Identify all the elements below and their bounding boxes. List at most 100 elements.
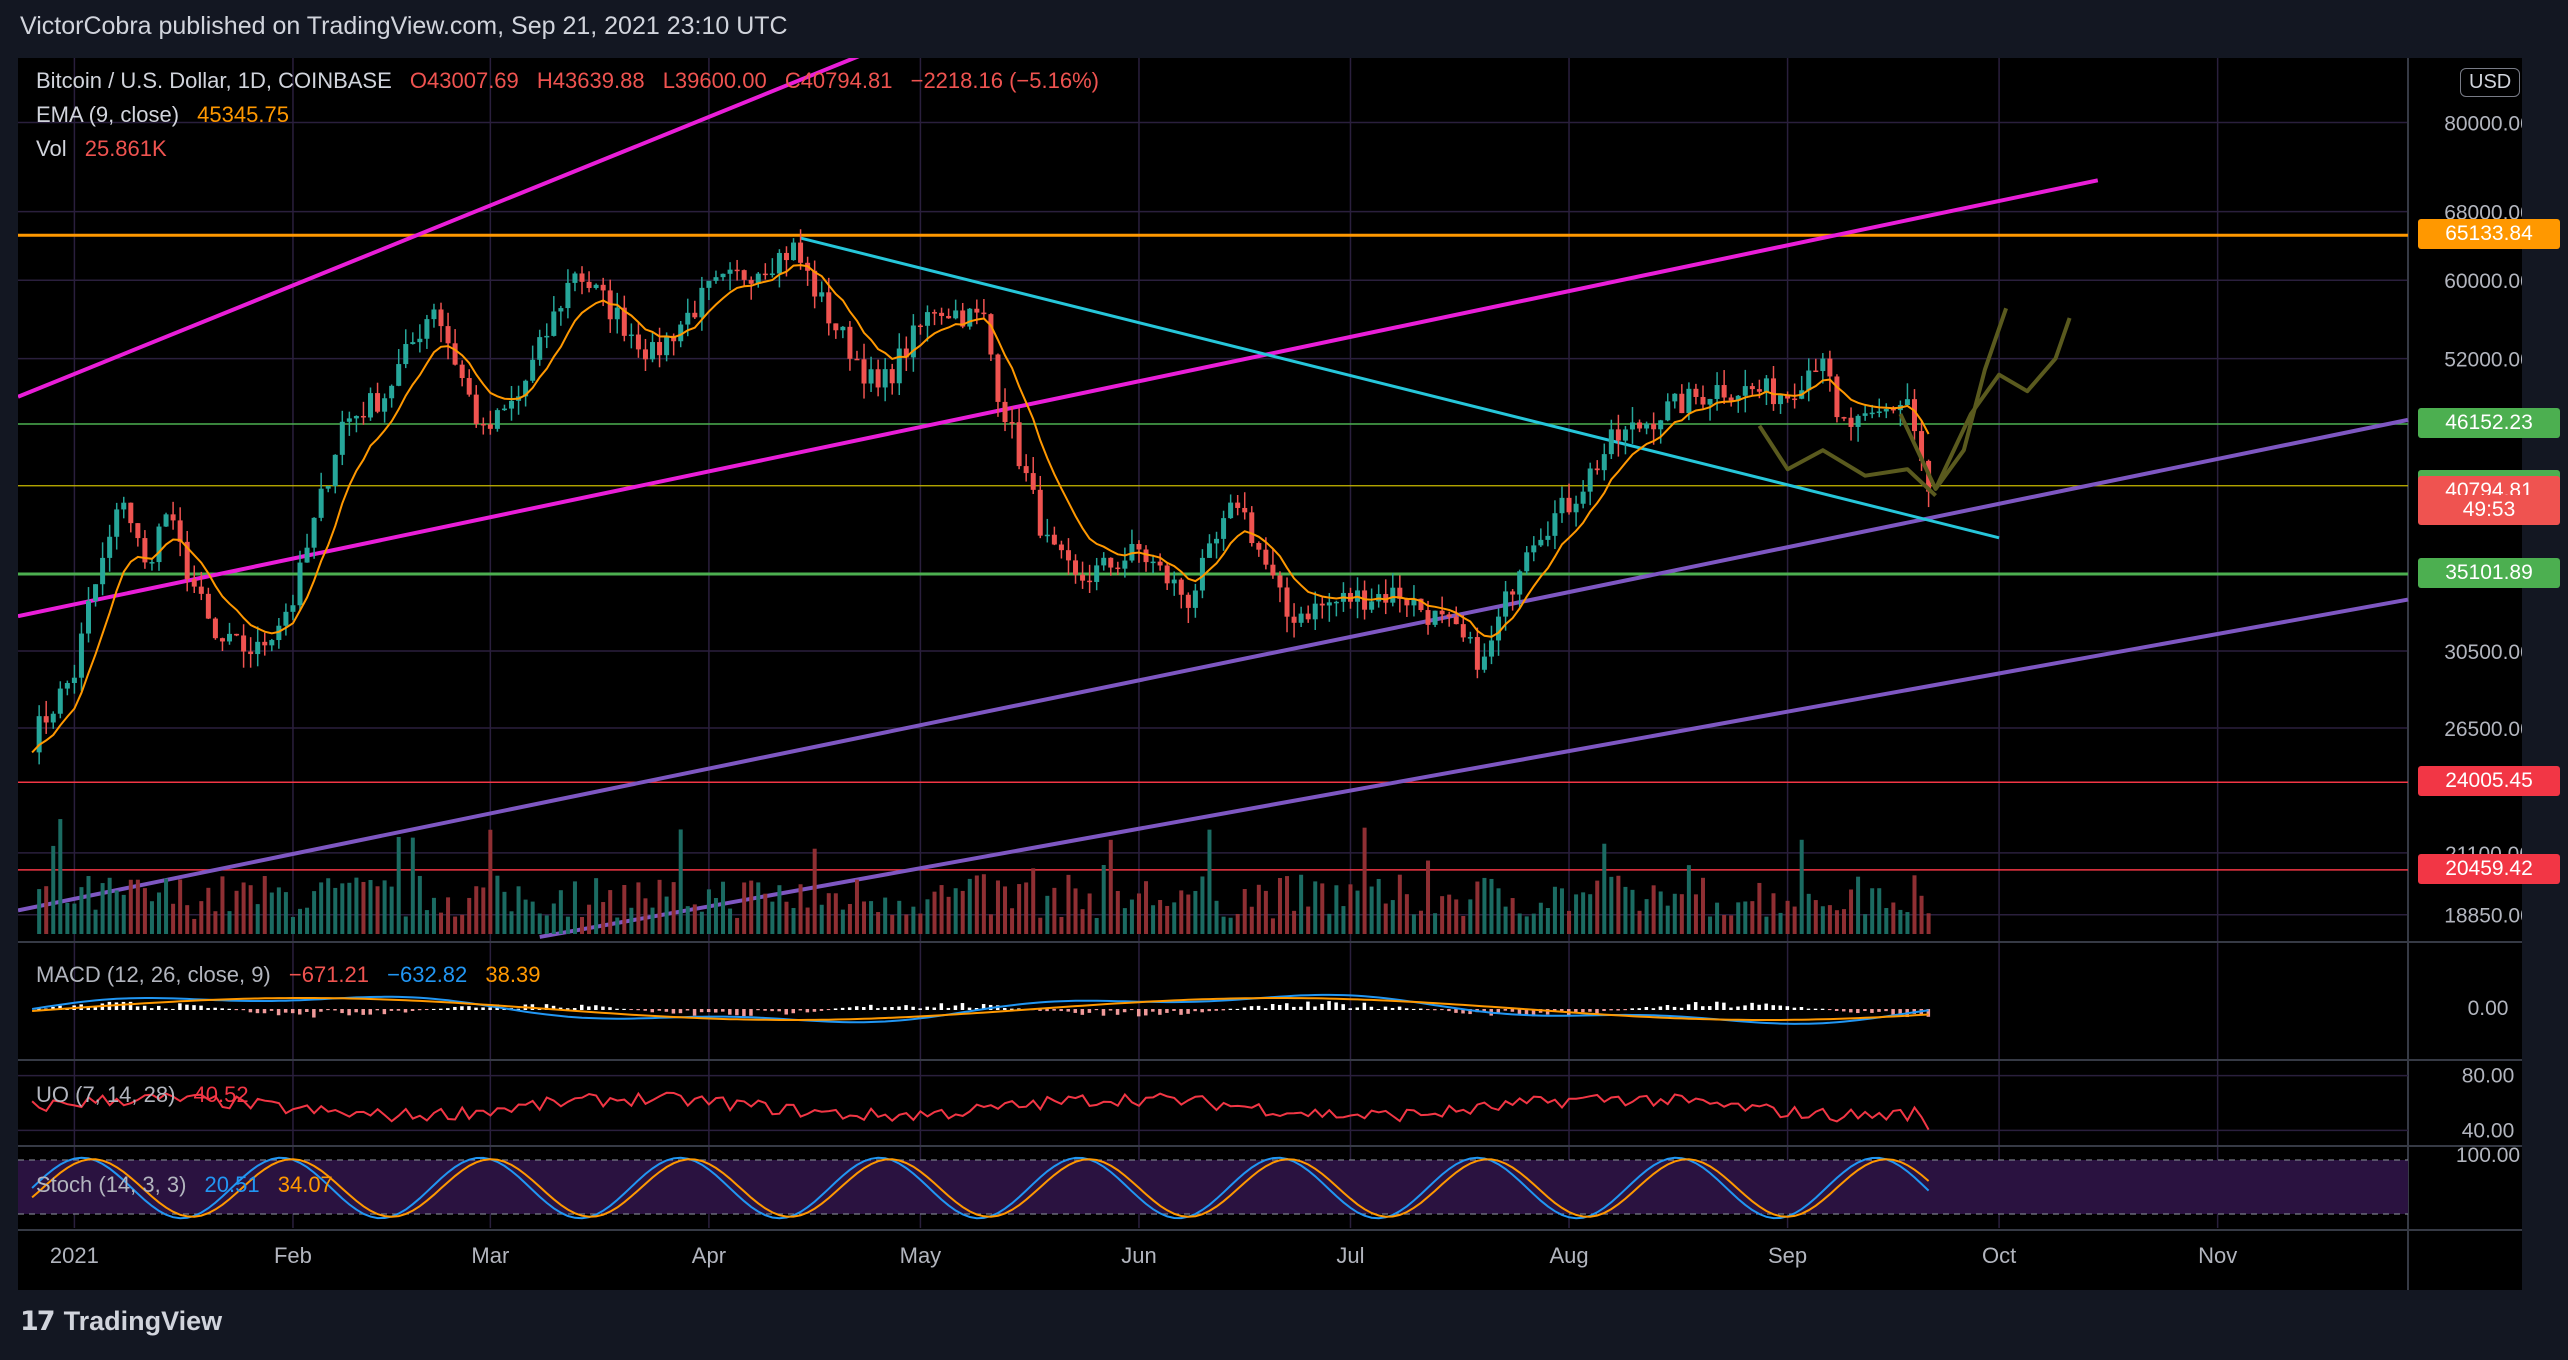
candle-body — [1474, 637, 1480, 670]
volume-bar — [1158, 899, 1163, 934]
candle-body — [685, 312, 691, 325]
volume-bar — [72, 903, 77, 934]
macd-histogram-bar — [847, 1007, 852, 1010]
macd-histogram-bar — [1066, 1009, 1070, 1012]
ema-label: EMA (9, close) — [36, 102, 180, 127]
macd-histogram-bar — [347, 1009, 351, 1016]
macd-histogram-bar — [636, 1009, 640, 1011]
volume-bar — [706, 889, 711, 934]
macd-histogram-bar — [622, 1008, 626, 1010]
volume-bar — [1313, 881, 1318, 934]
candle-body — [889, 369, 895, 384]
volume-bar — [1813, 900, 1818, 934]
volume-bar — [876, 912, 881, 934]
macd-histogram-bar — [840, 1007, 845, 1010]
volume-bar — [178, 879, 183, 934]
volume-bar — [840, 909, 845, 934]
candle-body — [593, 284, 599, 288]
macd-histogram-bar — [1144, 1009, 1148, 1016]
volume-bar — [1066, 874, 1071, 934]
candle-body — [544, 335, 550, 338]
candle-body — [1869, 412, 1875, 415]
macd-histogram-bar — [1214, 1009, 1219, 1011]
candle-body — [1862, 413, 1868, 416]
macd-histogram-bar — [699, 1009, 704, 1013]
candle-body — [868, 369, 874, 384]
candle-body — [1291, 616, 1297, 623]
candle-body — [1390, 587, 1396, 603]
macd-histogram-bar — [1679, 1007, 1684, 1010]
macd-histogram-bar — [791, 1009, 796, 1014]
candle-body — [1312, 603, 1318, 620]
volume-bar — [227, 911, 232, 934]
volume-bar — [1059, 916, 1064, 934]
candle-body — [699, 287, 705, 318]
macd-histogram-bar — [1285, 1003, 1289, 1010]
macd-histogram-bar — [1277, 1004, 1282, 1010]
volume-bar — [1129, 899, 1134, 934]
macd-histogram-bar — [1242, 1007, 1247, 1010]
x-tick-label: Nov — [2198, 1243, 2237, 1268]
volume-bar — [530, 901, 535, 934]
volume-bar — [1863, 914, 1868, 934]
currency-button[interactable]: USD — [2460, 68, 2521, 97]
chart-frame[interactable]: 2021 Feb Mar Apr May Jun Jul Aug Sep Oct Nov 80000.… — [18, 58, 2522, 1290]
volume-bar — [1320, 883, 1325, 934]
ema-legend: EMA (9, close) 45345.75 — [36, 102, 301, 128]
macd-histogram-bar — [1503, 1009, 1508, 1011]
macd-histogram-bar — [960, 1003, 965, 1010]
macd-line — [31, 993, 1929, 1025]
volume-bar — [742, 882, 747, 934]
macd-histogram-bar — [657, 1009, 662, 1011]
macd-histogram-bar — [572, 1008, 577, 1010]
candle-body — [946, 315, 952, 319]
macd-histogram-bar — [262, 1009, 267, 1014]
volume-bar — [446, 897, 451, 934]
macd-histogram-bar — [1136, 1009, 1141, 1017]
candle-body — [339, 421, 345, 455]
candle-body — [360, 415, 366, 418]
uo-tick-label: 40.00 — [2462, 1119, 2515, 1142]
macd-histogram-bar — [312, 1009, 316, 1018]
volume-bar — [1559, 888, 1564, 934]
price-axis-label: 24005.45 — [2418, 766, 2560, 797]
macd-histogram-bar — [199, 1005, 203, 1010]
candle-body — [551, 311, 557, 336]
volume-bar — [565, 916, 570, 934]
volume-bar — [580, 917, 585, 934]
candle-body — [1763, 378, 1769, 392]
candle-body — [1876, 411, 1882, 413]
candle-body — [819, 292, 825, 297]
candle-body — [424, 319, 430, 339]
macd-histogram-bar — [749, 1009, 753, 1016]
volume-bar — [1757, 882, 1762, 934]
tradingview-logo[interactable]: 𝟭𝟳 TradingView — [20, 1306, 222, 1337]
candle-body — [1044, 534, 1050, 537]
macd-histogram-bar — [290, 1009, 295, 1014]
volume-bar — [1644, 899, 1649, 934]
candle-body — [1157, 561, 1163, 566]
volume-bar — [1602, 843, 1607, 934]
candle-body — [1820, 358, 1826, 372]
chart-canvas[interactable]: 2021 Feb Mar Apr May Jun Jul Aug Sep Oct Nov 80000.… — [18, 58, 2522, 1290]
macd-histogram-bar — [1644, 1007, 1649, 1010]
macd-histogram-bar — [1870, 1009, 1874, 1013]
volume-bar — [269, 892, 274, 934]
volume-bar — [276, 887, 281, 934]
macd-histogram-bar — [1440, 1009, 1444, 1011]
candle-body — [1615, 429, 1621, 441]
volume-bar — [460, 914, 465, 934]
volume-bar — [1334, 885, 1339, 934]
candle-body — [1488, 640, 1494, 657]
uo-label: UO (7, 14, 28) — [36, 1082, 176, 1107]
volume-bar — [1440, 896, 1445, 934]
open-value: O43007.69 — [409, 68, 519, 93]
macd-histogram-bar — [763, 1009, 767, 1011]
volume-bar — [1397, 874, 1402, 934]
symbol-label: Bitcoin / U.S. Dollar, 1D, COINBASE — [36, 68, 392, 93]
macd-histogram-bar — [1609, 1009, 1613, 1011]
volume-bar — [1461, 915, 1466, 934]
candle-body — [50, 713, 56, 723]
macd-histogram-bar — [1588, 1009, 1592, 1012]
candle-body — [1573, 503, 1579, 513]
